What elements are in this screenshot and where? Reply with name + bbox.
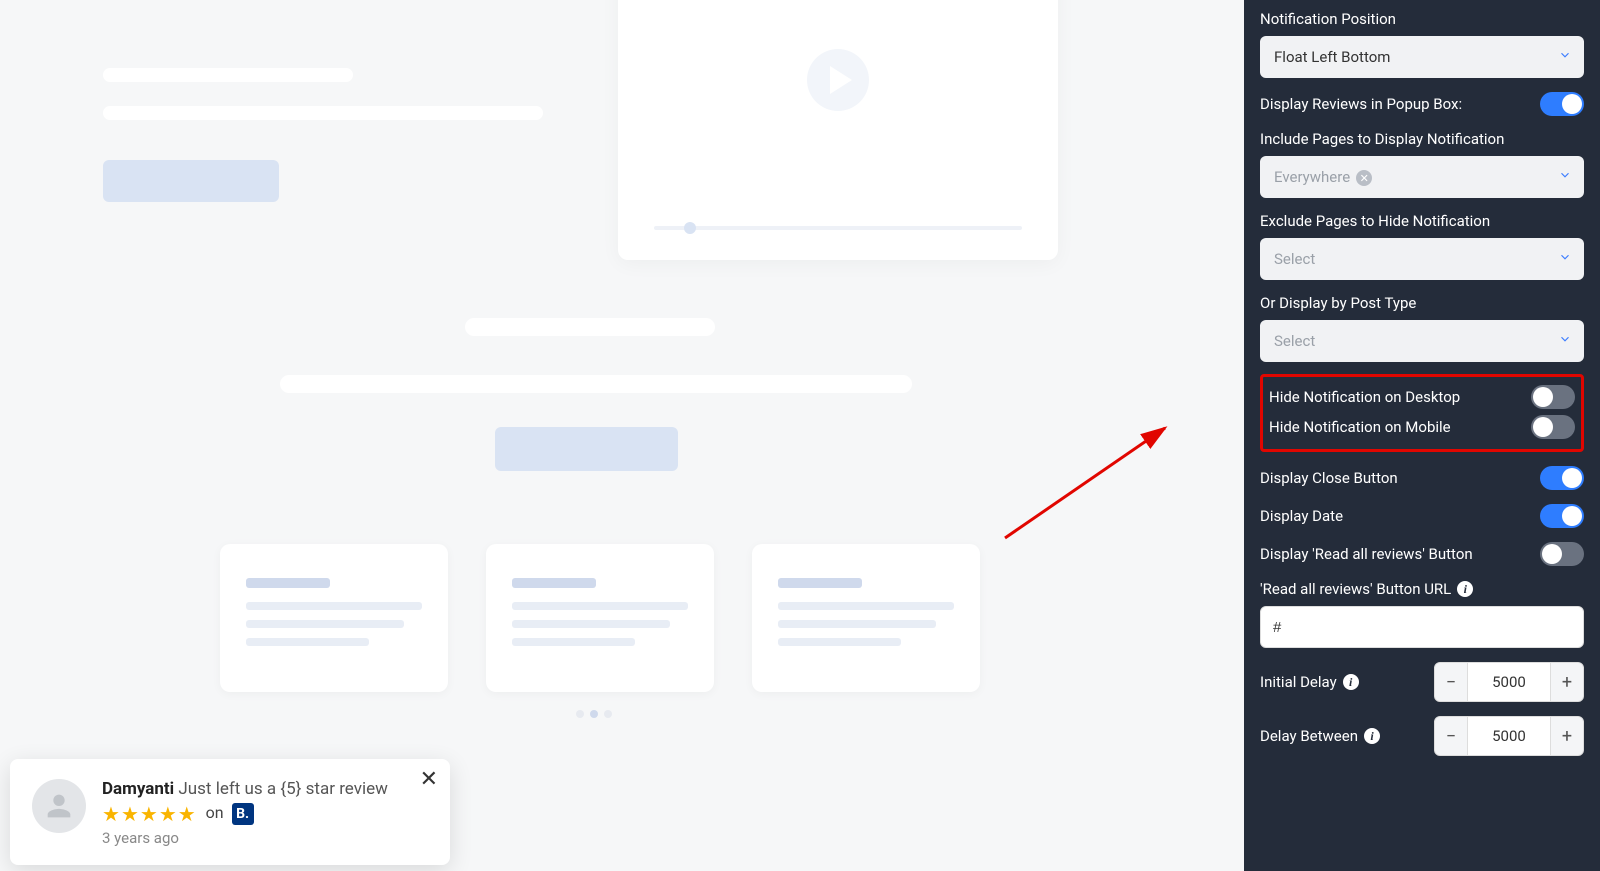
select-include-pages[interactable]: Everywhere✕ [1260, 156, 1584, 198]
select-exclude-pages[interactable]: Select [1260, 238, 1584, 280]
toggle-display-popup[interactable] [1540, 92, 1584, 116]
skeleton-card [752, 544, 980, 692]
stepper-value[interactable]: 5000 [1468, 662, 1550, 702]
label-initial-delay: Initial Delay i [1260, 673, 1359, 691]
skeleton-cards-row [220, 544, 980, 692]
decrement-button[interactable]: − [1434, 662, 1468, 702]
reviewer-name: Damyanti [102, 779, 174, 799]
row-close-button: Display Close Button [1260, 466, 1584, 490]
decrement-button[interactable]: − [1434, 716, 1468, 756]
increment-button[interactable]: + [1550, 662, 1584, 702]
stepper-value[interactable]: 5000 [1468, 716, 1550, 756]
label-read-all-url: 'Read all reviews' Button URL i [1260, 580, 1584, 598]
label-exclude-pages: Exclude Pages to Hide Notification [1260, 212, 1584, 230]
highlighted-toggle-group: Hide Notification on Desktop Hide Notifi… [1260, 374, 1584, 452]
skeleton-line [465, 318, 715, 336]
info-icon[interactable]: i [1343, 674, 1359, 690]
popup-tail: Just left us a {5} star review [174, 779, 388, 799]
row-hide-desktop: Hide Notification on Desktop [1269, 385, 1575, 409]
label-post-type: Or Display by Post Type [1260, 294, 1584, 312]
label-close-button: Display Close Button [1260, 469, 1398, 487]
skeleton-card [220, 544, 448, 692]
skeleton-button [495, 427, 678, 471]
popup-date: 3 years ago [102, 829, 428, 847]
row-delay-between: Delay Between i − 5000 + [1260, 716, 1584, 756]
platform-badge: B. [232, 803, 254, 825]
chevron-down-icon [1558, 168, 1572, 186]
info-icon[interactable]: i [1364, 728, 1380, 744]
select-post-type[interactable]: Select [1260, 320, 1584, 362]
stepper-initial-delay: − 5000 + [1434, 662, 1584, 702]
row-hide-mobile: Hide Notification on Mobile [1269, 415, 1575, 439]
annotation-arrow [1000, 418, 1180, 548]
select-placeholder: Select [1274, 250, 1315, 268]
row-display-popup: Display Reviews in Popup Box: [1260, 92, 1584, 116]
carousel-dots [576, 710, 612, 718]
stepper-delay-between: − 5000 + [1434, 716, 1584, 756]
close-icon[interactable]: ✕ [420, 767, 438, 792]
row-initial-delay: Initial Delay i − 5000 + [1260, 662, 1584, 702]
remove-tag-icon[interactable]: ✕ [1356, 170, 1372, 186]
increment-button[interactable]: + [1550, 716, 1584, 756]
chevron-down-icon [1558, 250, 1572, 268]
chevron-down-icon [1558, 48, 1572, 66]
label-hide-desktop: Hide Notification on Desktop [1269, 388, 1460, 406]
select-placeholder: Select [1274, 332, 1315, 350]
toggle-display-date[interactable] [1540, 504, 1584, 528]
toggle-hide-mobile[interactable] [1531, 415, 1575, 439]
label-delay-between: Delay Between i [1260, 727, 1380, 745]
avatar [32, 779, 86, 833]
info-icon[interactable]: i [1457, 581, 1473, 597]
settings-sidebar: Notification Position Float Left Bottom … [1244, 0, 1600, 871]
toggle-hide-desktop[interactable] [1531, 385, 1575, 409]
skeleton-line [280, 375, 912, 393]
chevron-down-icon [1558, 332, 1572, 350]
preview-area: ✕ Damyanti Just left us a {5} star revie… [0, 0, 1244, 871]
play-icon [807, 49, 869, 111]
skeleton-card [486, 544, 714, 692]
label-display-popup: Display Reviews in Popup Box: [1260, 95, 1462, 113]
label-notification-position: Notification Position [1260, 10, 1584, 28]
input-read-all-url[interactable] [1260, 606, 1584, 648]
label-hide-mobile: Hide Notification on Mobile [1269, 418, 1451, 436]
skeleton-button [103, 160, 279, 202]
select-value: Float Left Bottom [1274, 48, 1390, 66]
label-include-pages: Include Pages to Display Notification [1260, 130, 1584, 148]
on-label: on [206, 803, 224, 822]
select-notification-position[interactable]: Float Left Bottom [1260, 36, 1584, 78]
toggle-close-button[interactable] [1540, 466, 1584, 490]
popup-headline: Damyanti Just left us a {5} star review [102, 779, 428, 799]
popup-rating-row: ★★★★★ on B. [102, 803, 428, 825]
row-display-date: Display Date [1260, 504, 1584, 528]
row-read-all: Display 'Read all reviews' Button [1260, 542, 1584, 566]
skeleton-video-card [618, 0, 1058, 260]
label-display-date: Display Date [1260, 507, 1343, 525]
review-popup: ✕ Damyanti Just left us a {5} star revie… [10, 759, 450, 865]
label-read-all: Display 'Read all reviews' Button [1260, 545, 1473, 563]
skeleton-line [103, 68, 353, 82]
tag-everywhere[interactable]: Everywhere✕ [1274, 168, 1372, 187]
video-progress-handle [684, 222, 696, 234]
star-rating: ★★★★★ [102, 804, 196, 824]
toggle-read-all[interactable] [1540, 542, 1584, 566]
video-progress-bar [654, 226, 1022, 230]
skeleton-line [103, 106, 543, 120]
